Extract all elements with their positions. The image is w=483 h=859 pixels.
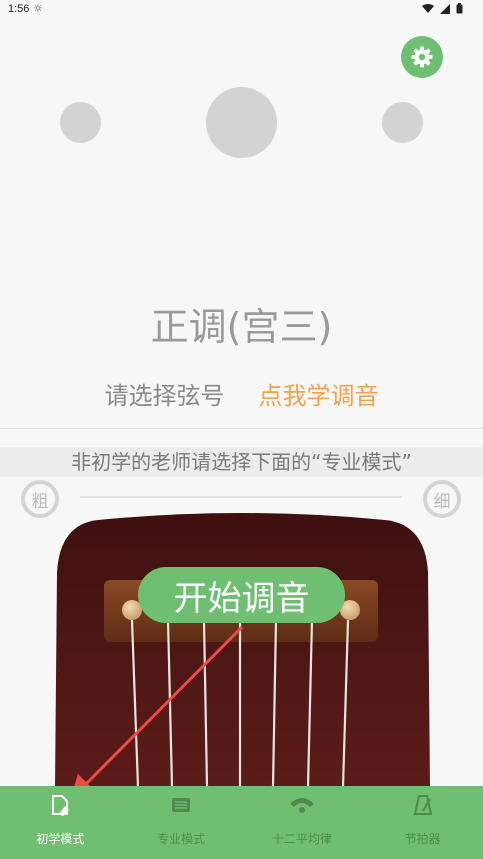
learn-tuning-link[interactable]: 点我学调音: [259, 376, 379, 416]
select-string-label: 请选择弦号: [104, 382, 225, 410]
nav-professional-mode[interactable]: 专业模式: [121, 786, 242, 859]
string-select-row: 请选择弦号 点我学调音: [0, 376, 483, 416]
equal-temperament-icon: [289, 792, 315, 818]
start-tuning-button[interactable]: 开始调音: [138, 567, 345, 623]
weather-icon: ☼: [33, 2, 43, 15]
nav-beginner-mode[interactable]: 初学模式: [0, 786, 121, 859]
nav-metronome[interactable]: 节拍器: [362, 786, 483, 859]
fine-tune-slider[interactable]: [80, 496, 402, 498]
system-icons: [422, 3, 463, 14]
nav-label: 节拍器: [404, 832, 441, 846]
settings-button[interactable]: [401, 36, 443, 78]
professional-icon: [168, 792, 194, 818]
nav-equal-temperament[interactable]: 十二平均律: [242, 786, 363, 859]
instrument-body: [55, 513, 430, 787]
divider: [0, 428, 483, 429]
beginner-icon: [47, 792, 73, 818]
pitch-indicator-center: [206, 87, 277, 158]
status-time: 1:56: [8, 3, 30, 15]
pitch-indicator-sharp: [382, 102, 423, 143]
gear-icon: [411, 46, 433, 68]
nav-label: 初学模式: [36, 832, 85, 846]
metronome-icon: [410, 792, 436, 818]
nav-label: 十二平均律: [271, 832, 332, 846]
battery-icon: [456, 3, 463, 14]
nav-label: 专业模式: [157, 832, 206, 846]
wifi-icon: [422, 3, 434, 13]
tuning-name[interactable]: 正调(宫三): [0, 296, 483, 351]
signal-icon: [440, 3, 450, 14]
pitch-indicator-flat: [60, 102, 101, 143]
status-bar: 1:56 ☼: [0, 0, 483, 22]
bottom-nav: 初学模式 专业模式 十二平均律 节拍器: [0, 786, 483, 859]
professional-mode-notice: 非初学的老师请选择下面的“专业模式”: [0, 447, 483, 477]
